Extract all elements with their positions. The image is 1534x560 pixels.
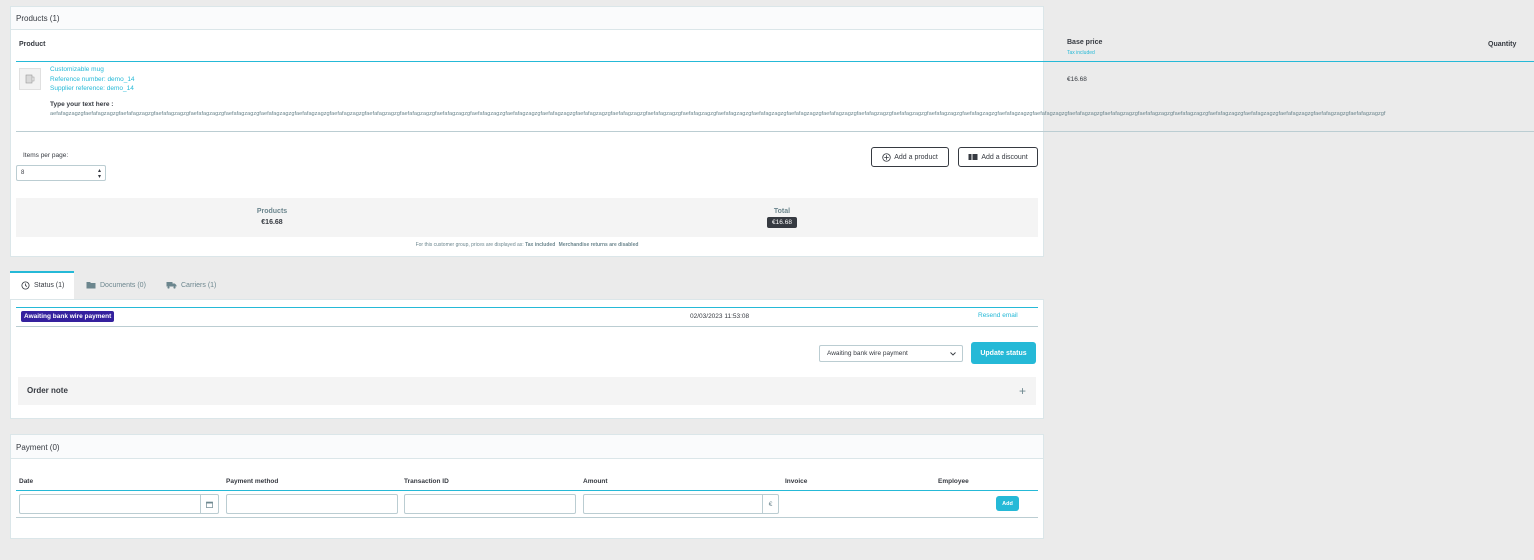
truck-icon (166, 282, 177, 289)
payment-card-title: Payment (0) (16, 443, 60, 452)
transaction-id-input[interactable] (404, 494, 576, 514)
order-note-panel[interactable]: Order note + (18, 377, 1036, 405)
order-summary-box (16, 198, 1038, 237)
chevron-down-icon (950, 352, 956, 356)
currency-symbol: € (768, 500, 773, 508)
payment-column-transaction: Transaction ID (404, 478, 449, 485)
add-product-label: Add a product (894, 153, 938, 161)
resend-email-link[interactable]: Resend email (978, 312, 1018, 319)
add-payment-button[interactable]: Add (996, 496, 1019, 511)
column-header-base-price: Base price (1067, 39, 1103, 46)
payment-column-amount: Amount (583, 478, 608, 485)
column-header-tax-included: Tax included (1067, 50, 1095, 56)
customization-text: aefafagzagzgfaefafagzagzgfaefafagzagzgfa… (50, 111, 1386, 117)
tax-footnote-returns: Merchandise returns are disabled (558, 242, 639, 248)
product-base-price: €16.68 (1067, 76, 1087, 83)
summary-total-label: Total (773, 208, 791, 215)
summary-products-label: Products (256, 208, 288, 215)
amount-input[interactable]: € (583, 494, 779, 514)
folder-icon (86, 282, 96, 289)
tab-documents[interactable]: Documents (0) (86, 272, 146, 298)
product-reference: Reference number: demo_14 (50, 76, 135, 83)
order-status-select[interactable]: Awaiting bank wire payment (819, 345, 963, 362)
payment-column-method: Payment method (226, 478, 279, 485)
items-per-page-label: Items per page: (23, 152, 69, 159)
products-card-title: Products (1) (16, 14, 60, 23)
product-row-divider (16, 131, 1534, 132)
plus-icon[interactable]: + (1019, 384, 1026, 398)
status-badge: Awaiting bank wire payment (21, 311, 115, 322)
payment-card-header: Payment (0) (11, 435, 1043, 459)
tax-footnote: For this customer group, prices are disp… (16, 242, 1038, 248)
currency-addon: € (762, 495, 778, 513)
mug-icon (25, 74, 35, 84)
product-supplier-reference: Supplier reference: demo_14 (50, 85, 134, 92)
select-arrows-icon: ▴ ▾ (97, 168, 101, 180)
tax-footnote-prefix: For this customer group, prices are disp… (415, 242, 524, 248)
calendar-button[interactable] (200, 495, 218, 513)
status-date: 02/03/2023 11:53:08 (690, 313, 750, 320)
tab-status-label: Status (1) (34, 281, 65, 289)
product-name-link[interactable]: Customizable mug (50, 66, 104, 73)
items-per-page-value: 8 (21, 170, 25, 176)
payment-card: Payment (0) (10, 434, 1044, 539)
items-per-page-select[interactable]: 8 ▴ ▾ (16, 165, 106, 181)
payment-method-input[interactable] (226, 494, 398, 514)
add-discount-label: Add a discount (981, 153, 1028, 161)
column-header-product: Product (19, 41, 46, 48)
payment-column-invoice: Invoice (785, 478, 808, 485)
tab-documents-label: Documents (0) (100, 281, 146, 289)
plus-circle-icon (882, 152, 891, 162)
status-table-top-border (16, 307, 1038, 308)
customization-label: Type your text here : (50, 101, 114, 108)
summary-products-value: €16.68 (261, 219, 283, 226)
table-header-divider (16, 61, 1534, 62)
add-product-button[interactable]: Add a product (871, 147, 949, 167)
order-status-select-value: Awaiting bank wire payment (827, 350, 908, 357)
tab-status[interactable]: Status (1) (21, 272, 64, 298)
calendar-icon (206, 501, 213, 508)
products-card-header: Products (1) (11, 7, 1043, 30)
status-table-bottom-border (16, 326, 1038, 327)
add-discount-button[interactable]: Add a discount (958, 147, 1038, 167)
product-thumbnail[interactable] (19, 68, 41, 90)
payment-column-employee: Employee (938, 478, 969, 485)
history-icon (21, 280, 30, 290)
tab-carriers[interactable]: Carriers (1) (166, 272, 216, 298)
update-status-button[interactable]: Update status (971, 342, 1036, 364)
column-header-quantity: Quantity (1488, 41, 1517, 48)
payment-row-divider (16, 517, 1038, 518)
tab-carriers-label: Carriers (1) (181, 281, 217, 289)
payment-column-date: Date (19, 478, 34, 485)
tax-footnote-tax: Tax included (525, 242, 556, 248)
payment-header-divider (16, 490, 1038, 491)
summary-total-badge: €16.68 (767, 217, 797, 228)
order-note-title: Order note (27, 386, 68, 395)
ticket-icon (968, 154, 978, 160)
payment-date-input[interactable] (19, 494, 219, 514)
